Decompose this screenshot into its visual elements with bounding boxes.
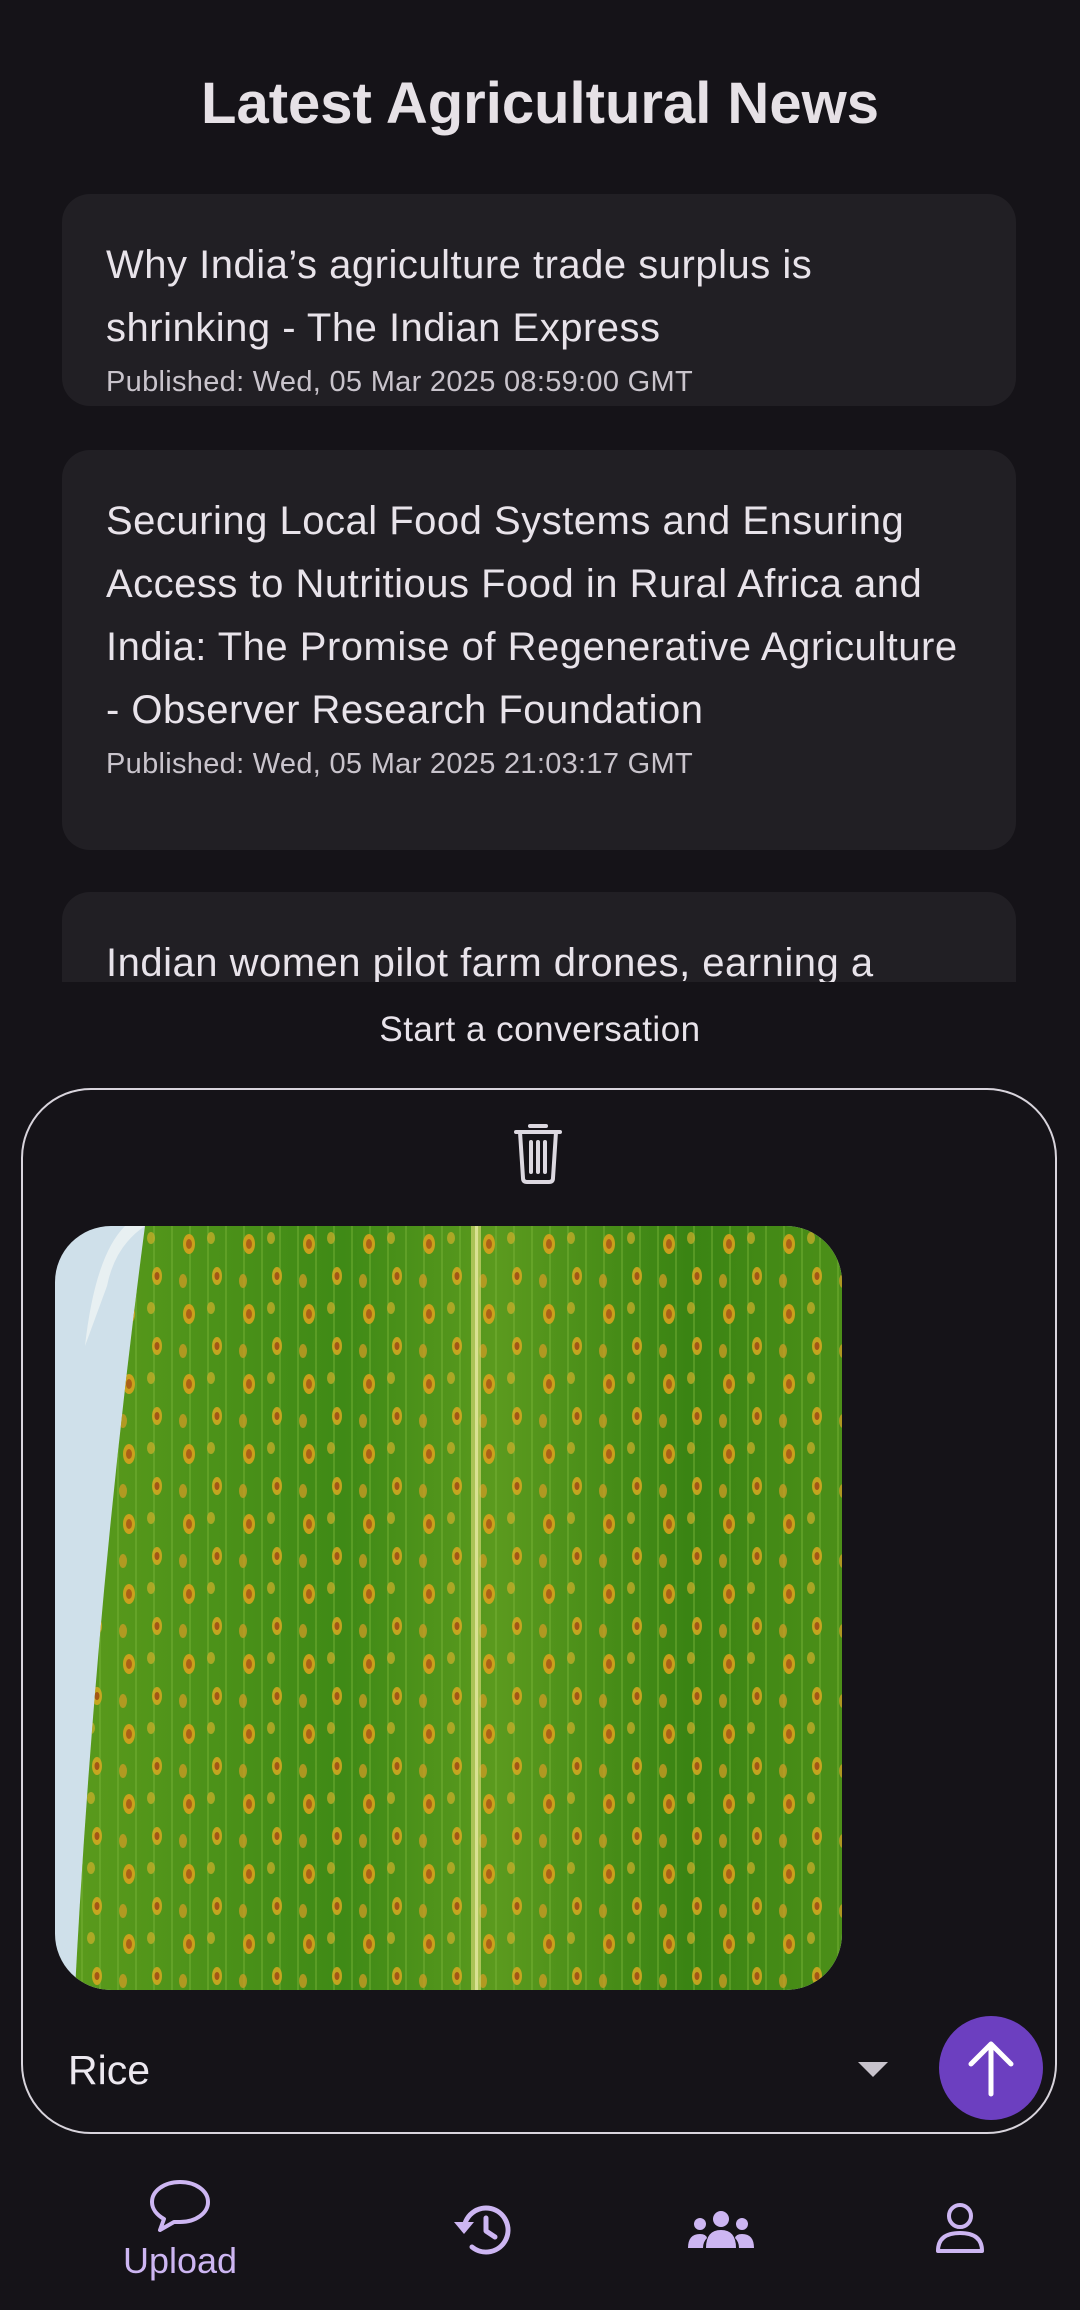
nav-item-history[interactable] <box>380 2160 580 2310</box>
news-headline: Securing Local Food Systems and Ensuring… <box>106 499 958 732</box>
page-title: Latest Agricultural News <box>201 71 879 136</box>
crop-select[interactable]: Rice <box>68 2040 888 2100</box>
news-card[interactable]: Securing Local Food Systems and Ensuring… <box>62 450 1016 850</box>
news-list[interactable]: Why India’s agriculture trade surplus is… <box>0 170 1080 982</box>
nav-item-profile[interactable] <box>860 2160 1060 2310</box>
nav-item-community[interactable] <box>620 2160 820 2310</box>
community-icon <box>688 2211 754 2248</box>
news-card[interactable]: Indian women pilot farm drones, earning … <box>62 892 1016 982</box>
news-headline: Why India’s agriculture trade surplus is… <box>106 243 813 350</box>
nav-item-label: Upload <box>122 2240 238 2281</box>
start-conversation-label: Start a conversation <box>379 1010 701 1049</box>
history-icon <box>454 2205 511 2255</box>
crop-select-value: Rice <box>68 2047 151 2093</box>
dropdown-arrow-icon <box>858 2062 888 2077</box>
chat-bubble-icon <box>150 2180 210 2232</box>
news-published-date: Published: Wed, 05 Mar 2025 08:59:00 GMT <box>106 366 693 398</box>
news-headline: Indian women pilot farm drones, earning … <box>106 941 874 982</box>
news-card[interactable]: Why India’s agriculture trade surplus is… <box>62 194 1016 406</box>
nav-item-upload[interactable]: Upload <box>80 2160 280 2310</box>
news-published-date: Published: Wed, 05 Mar 2025 21:03:17 GMT <box>106 748 693 780</box>
trash-icon[interactable] <box>510 1120 566 1184</box>
bottom-navigation: Upload <box>0 2160 1080 2310</box>
profile-icon <box>936 2203 984 2253</box>
arrow-up-icon <box>968 2041 1014 2097</box>
send-button[interactable] <box>939 2016 1043 2120</box>
uploaded-leaf-image <box>55 1226 842 1990</box>
